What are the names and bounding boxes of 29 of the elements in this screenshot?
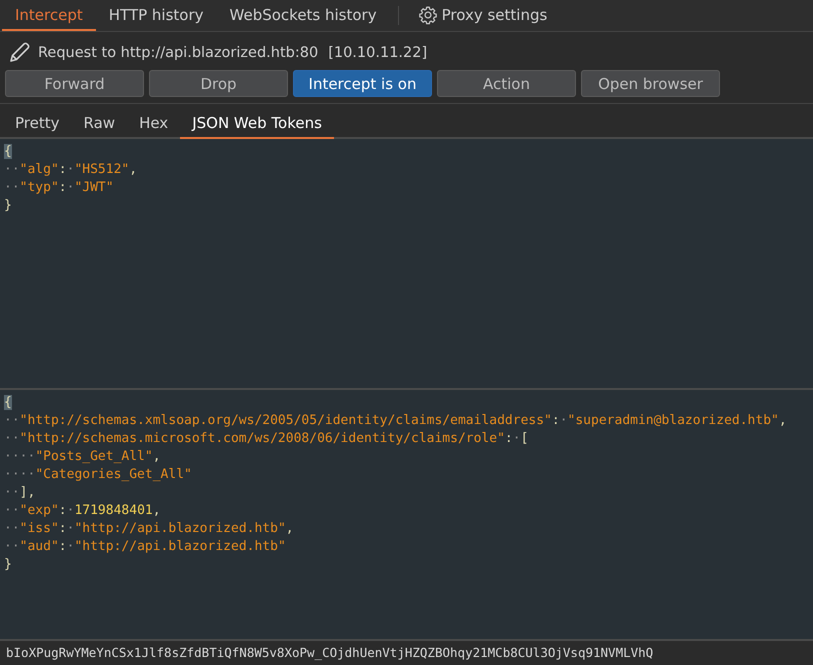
toolbar-button[interactable]: Forward (5, 70, 144, 97)
code-line: ··"http://schemas.microsoft.com/ws/2008/06/identity/claims/role":·[ (4, 430, 528, 448)
payload-editor[interactable] (0, 390, 813, 641)
view-tab[interactable]: Hex (127, 109, 180, 139)
code-line: ····"Posts_Get_All", (4, 448, 161, 466)
main-tab[interactable]: Intercept (2, 0, 96, 31)
code-line: ··"typ":·"JWT" (4, 179, 114, 197)
view-tab[interactable]: Pretty (3, 109, 72, 139)
code-line: } (4, 556, 12, 574)
toolbar-button[interactable]: Drop (149, 70, 288, 97)
header-editor[interactable]: { ··"alg":·"HS512", ··"typ":·"JWT" } (0, 139, 813, 390)
toolbar-button[interactable]: Action (437, 70, 576, 97)
code-line: ··], (4, 484, 36, 502)
code-line: ····"Categories_Get_All" (4, 466, 192, 484)
main-tab[interactable]: WebSockets history (216, 0, 390, 31)
main-tab[interactable]: HTTP history (96, 0, 217, 31)
code-line: ··"alg":·"HS512", (4, 161, 138, 179)
request-address: [10.10.11.22] (328, 44, 428, 60)
request-label: Request to http://api.blazorized.htb:80 (38, 44, 318, 60)
code-line: ··"http://schemas.xmlsoap.org/ws/2005/05/identity/claims/emailaddress":·"superadmin@blazorized.htb", (4, 412, 787, 430)
proxy-settings-tab[interactable]: Proxy settings (404, 0, 560, 31)
code-line: ··"iss":·"http://api.blazorized.htb", (4, 520, 294, 538)
toolbar-button[interactable]: Intercept is on (293, 70, 432, 97)
code-line: ··"aud":·"http://api.blazorized.htb" (4, 538, 286, 556)
code-line: ··"exp":·1719848401, (4, 502, 161, 520)
view-tab[interactable]: Raw (72, 109, 128, 139)
toolbar-button[interactable]: Open browser (581, 70, 720, 97)
code-line: } (4, 197, 12, 215)
settings-icon (418, 4, 438, 24)
